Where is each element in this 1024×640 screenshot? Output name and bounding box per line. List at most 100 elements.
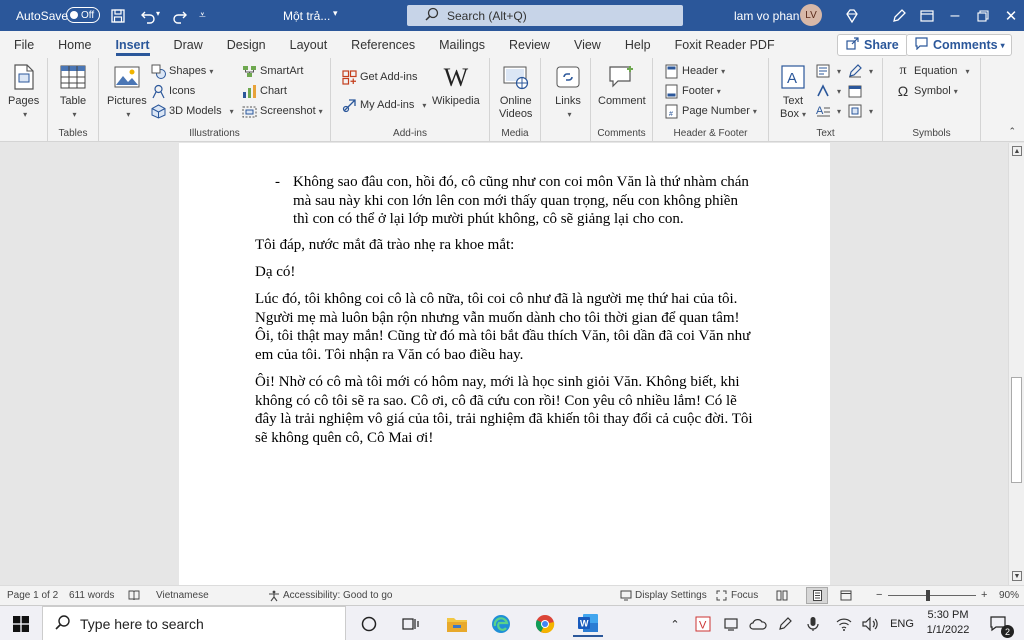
- tab-review[interactable]: Review: [497, 31, 562, 58]
- cloud-tray-icon[interactable]: [745, 611, 771, 637]
- shapes-button[interactable]: Shapes ▾: [150, 62, 213, 80]
- get-addins-button[interactable]: Get Add-ins: [341, 68, 417, 86]
- zoom-in-button[interactable]: +: [981, 589, 987, 601]
- autosave-toggle[interactable]: Off: [66, 7, 100, 23]
- display-settings-icon[interactable]: [620, 590, 632, 604]
- pages-button[interactable]: Pages ▾: [8, 62, 39, 121]
- diamond-icon[interactable]: [838, 0, 866, 31]
- focus-mode[interactable]: Focus: [731, 590, 758, 601]
- tab-design[interactable]: Design: [215, 31, 278, 58]
- page-count[interactable]: Page 1 of 2: [7, 590, 58, 601]
- bullet-paragraph[interactable]: Không sao đâu con, hồi đó, cô cũng như c…: [293, 173, 753, 229]
- share-button[interactable]: Share: [837, 34, 908, 56]
- file-explorer-icon[interactable]: [444, 611, 470, 637]
- ribbon-display-icon[interactable]: [913, 0, 941, 31]
- drop-cap-button[interactable]: A ▾: [815, 102, 841, 120]
- tab-foxit-reader-pdf[interactable]: Foxit Reader PDF: [663, 31, 787, 58]
- online-videos-button[interactable]: Online Videos: [499, 62, 532, 121]
- user-name[interactable]: lam vo phan: [734, 9, 799, 23]
- word-taskbar-icon[interactable]: W: [573, 611, 603, 637]
- redo-icon[interactable]: [166, 0, 194, 31]
- comments-button[interactable]: Comments ▾: [906, 34, 1012, 56]
- chrome-icon[interactable]: [532, 611, 558, 637]
- equation-button[interactable]: π Equation ▾: [895, 62, 969, 80]
- page-number-button[interactable]: # Page Number ▾: [663, 102, 757, 120]
- restore-icon[interactable]: [969, 0, 997, 31]
- input-language[interactable]: ENG: [885, 611, 919, 637]
- document-area[interactable]: - Không sao đâu con, hồi đó, cô cũng như…: [0, 143, 1008, 585]
- wikipedia-button[interactable]: W Wikipedia: [432, 62, 480, 108]
- save-icon[interactable]: [104, 0, 132, 31]
- paragraph-thanks[interactable]: Ôi! Nhờ có cô mà tôi mới có hôm nay, mới…: [255, 373, 755, 447]
- accessibility-icon[interactable]: [268, 590, 280, 605]
- vertical-scrollbar[interactable]: ▲ ▼: [1008, 143, 1024, 585]
- zoom-level[interactable]: 90%: [999, 590, 1019, 601]
- tab-mailings[interactable]: Mailings: [427, 31, 497, 58]
- date-time-button[interactable]: [847, 82, 866, 100]
- undo-dropdown-icon[interactable]: ▾: [156, 9, 160, 18]
- chart-button[interactable]: Chart: [241, 82, 287, 100]
- signature-line-button[interactable]: ▾: [847, 62, 873, 80]
- taskbar-search-box[interactable]: Type here to search: [42, 606, 346, 640]
- collapse-ribbon-icon[interactable]: ⌃: [1008, 126, 1016, 137]
- textbox-button[interactable]: A Text Box ▾: [778, 62, 808, 121]
- tab-home[interactable]: Home: [46, 31, 103, 58]
- tab-view[interactable]: View: [562, 31, 613, 58]
- tab-references[interactable]: References: [339, 31, 427, 58]
- foxit-tray-icon[interactable]: V: [690, 611, 716, 637]
- clock[interactable]: 5:30 PM 1/1/2022: [922, 608, 974, 638]
- tab-draw[interactable]: Draw: [162, 31, 215, 58]
- scrollbar-thumb[interactable]: [1011, 377, 1022, 483]
- close-icon[interactable]: ✕: [997, 0, 1024, 31]
- accessibility-status[interactable]: Accessibility: Good to go: [283, 590, 393, 601]
- language[interactable]: Vietnamese: [156, 590, 209, 601]
- cortana-icon[interactable]: [356, 611, 382, 637]
- microphone-icon[interactable]: [800, 611, 826, 637]
- tab-help[interactable]: Help: [613, 31, 663, 58]
- proofing-icon[interactable]: [128, 590, 140, 604]
- avatar[interactable]: LV: [800, 4, 822, 26]
- print-layout-icon[interactable]: [806, 587, 828, 604]
- wifi-icon[interactable]: [831, 611, 857, 637]
- pen-icon[interactable]: [885, 0, 913, 31]
- header-button[interactable]: Header ▾: [663, 62, 725, 80]
- footer-button[interactable]: Footer ▾: [663, 82, 721, 100]
- chevron-up-icon[interactable]: ⌃: [662, 611, 688, 637]
- wordart-button[interactable]: ▾: [815, 82, 841, 100]
- quick-parts-button[interactable]: ▾: [815, 62, 841, 80]
- word-count[interactable]: 611 words: [69, 590, 114, 601]
- volume-icon[interactable]: [857, 611, 883, 637]
- paragraph-yes[interactable]: Dạ có!: [255, 263, 755, 282]
- display-settings[interactable]: Display Settings: [635, 590, 707, 601]
- edge-icon[interactable]: [488, 611, 514, 637]
- document-page[interactable]: - Không sao đâu con, hồi đó, cô cũng như…: [179, 143, 830, 585]
- read-mode-icon[interactable]: [776, 590, 788, 604]
- task-view-icon[interactable]: [398, 611, 424, 637]
- scroll-down-icon[interactable]: ▼: [1012, 571, 1022, 581]
- comment-button[interactable]: Comment: [598, 62, 646, 108]
- sync-tray-icon[interactable]: [718, 611, 744, 637]
- smartart-button[interactable]: SmartArt: [241, 62, 303, 80]
- tab-layout[interactable]: Layout: [278, 31, 340, 58]
- scroll-up-icon[interactable]: ▲: [1012, 146, 1022, 156]
- screenshot-button[interactable]: Screenshot ▾: [241, 102, 323, 120]
- zoom-slider-track[interactable]: [888, 595, 976, 596]
- symbol-button[interactable]: Ω Symbol ▾: [895, 82, 958, 100]
- paragraph-mother[interactable]: Lúc đó, tôi không coi cô là cô nữa, tôi …: [255, 290, 755, 364]
- web-layout-icon[interactable]: [840, 590, 852, 604]
- pictures-button[interactable]: Pictures ▾: [107, 62, 147, 121]
- 3d-models-button[interactable]: 3D Models ▾: [150, 102, 234, 120]
- icons-button[interactable]: Icons: [150, 82, 195, 100]
- document-title[interactable]: Một trả...: [283, 9, 330, 23]
- object-button[interactable]: ▾: [847, 102, 873, 120]
- taskbar-pen-icon[interactable]: [772, 611, 798, 637]
- customize-qat-icon[interactable]: ⩡: [199, 8, 206, 23]
- tab-file[interactable]: File: [2, 31, 46, 58]
- search-box[interactable]: Search (Alt+Q): [407, 5, 683, 26]
- focus-icon[interactable]: [716, 590, 727, 604]
- minimize-icon[interactable]: –: [941, 0, 969, 31]
- zoom-out-button[interactable]: −: [876, 589, 882, 601]
- tab-insert[interactable]: Insert: [104, 31, 162, 58]
- links-button[interactable]: Links ▾: [553, 62, 583, 121]
- my-addins-button[interactable]: My Add-ins ▾: [341, 96, 426, 114]
